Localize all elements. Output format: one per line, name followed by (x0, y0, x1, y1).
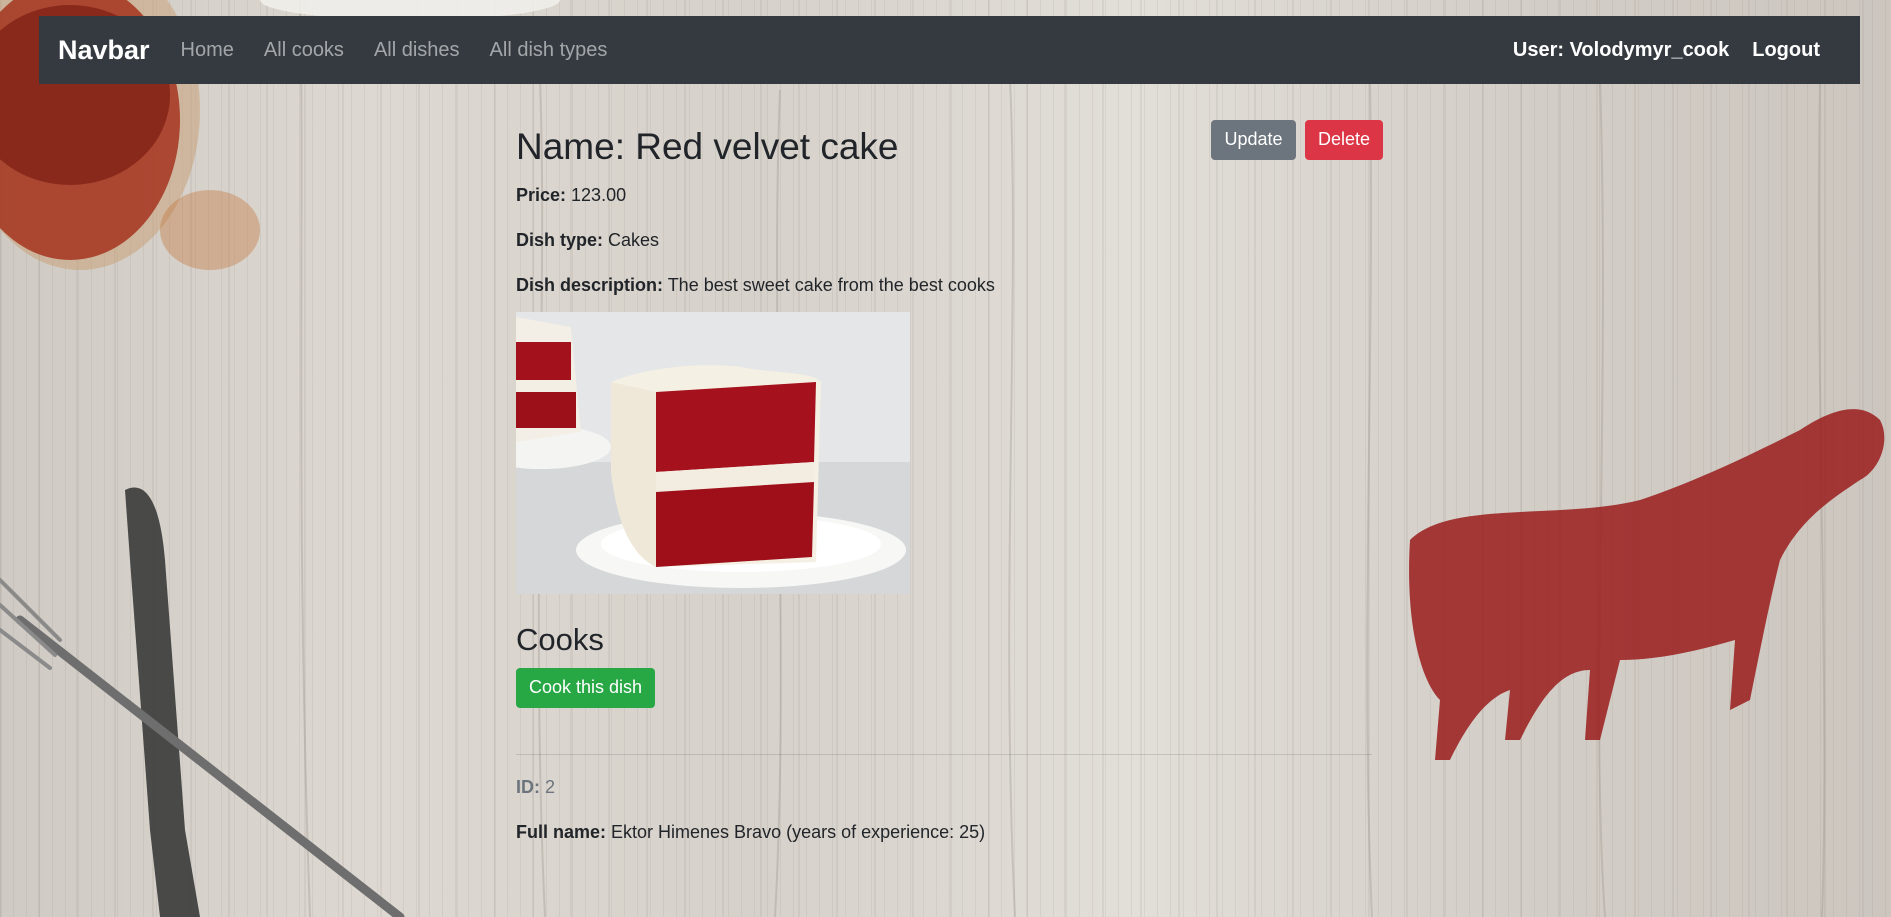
title-row: Name: Red velvet cake Update Delete (516, 120, 1383, 169)
update-button[interactable]: Update (1211, 120, 1296, 160)
dish-detail: Name: Red velvet cake Update Delete Pric… (516, 120, 1383, 843)
dish-description-value: The best sweet cake from the best cooks (663, 274, 995, 295)
dish-type-value: Cakes (603, 229, 660, 250)
navbar-brand[interactable]: Navbar (58, 35, 150, 66)
cook-name-field: Full name: Ektor Himenes Bravo (years of… (516, 822, 1383, 844)
dish-type-field: Dish type: Cakes (516, 230, 1383, 252)
dish-description-field: Dish description: The best sweet cake fr… (516, 275, 1383, 297)
price-field: Price: 123.00 (516, 185, 1383, 207)
logout-link[interactable]: Logout (1752, 39, 1820, 62)
nav-link-all-cooks[interactable]: All cooks (264, 39, 344, 62)
nav-link-all-dish-types[interactable]: All dish types (490, 39, 608, 62)
dish-image (516, 312, 910, 595)
cook-id-field: ID: 2 (516, 777, 1383, 799)
dish-type-label: Dish type: (516, 229, 604, 250)
nav-link-all-dishes[interactable]: All dishes (374, 39, 460, 62)
cook-this-dish-button[interactable]: Cook this dish (516, 668, 656, 708)
delete-button[interactable]: Delete (1304, 120, 1383, 160)
navbar: Navbar Home All cooks All dishes All dis… (39, 16, 1860, 84)
cook-id-label: ID: (516, 776, 540, 797)
page-title: Name: Red velvet cake (516, 126, 899, 167)
price-label: Price: (516, 185, 567, 206)
dish-description-label: Dish description: (516, 274, 664, 295)
cook-name-value: Ektor Himenes Bravo (years of experience… (606, 821, 986, 842)
user-link[interactable]: User: Volodymyr_cook (1513, 39, 1729, 62)
navbar-user-area: User: Volodymyr_cook Logout (1513, 39, 1820, 62)
dish-actions: Update Delete (1211, 120, 1383, 160)
cooks-heading: Cooks (516, 622, 604, 658)
price-value: 123.00 (566, 185, 627, 206)
cook-name-label: Full name: (516, 821, 607, 842)
cooks-divider (516, 753, 1372, 755)
cook-id-value: 2 (540, 776, 556, 797)
nav-link-home[interactable]: Home (181, 39, 234, 62)
